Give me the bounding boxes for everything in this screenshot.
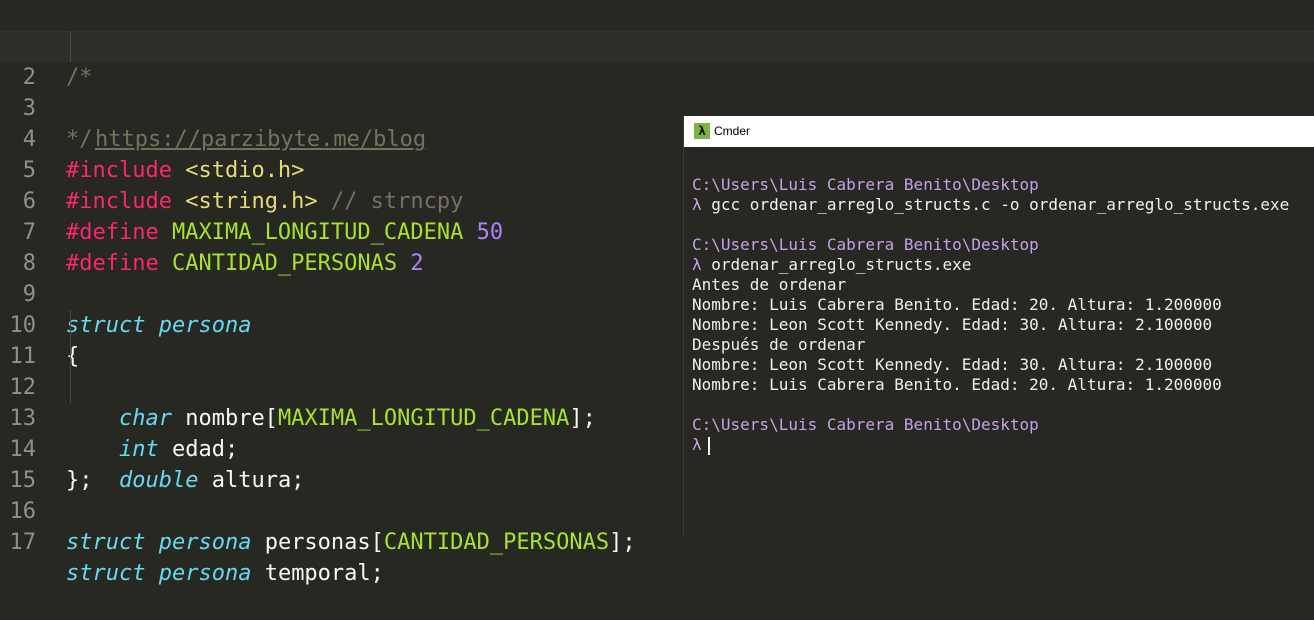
output-line: Antes de ordenar bbox=[692, 275, 847, 294]
output-line: Después de ordenar bbox=[692, 335, 866, 354]
line-number: 17 bbox=[9, 530, 37, 555]
output-line: Nombre: Luis Cabrera Benito. Edad: 20. A… bbox=[692, 295, 1222, 314]
prompt-path: C:\Users\Luis Cabrera Benito\Desktop bbox=[692, 415, 1039, 434]
text-cursor bbox=[707, 436, 710, 455]
terminal-output[interactable]: C:\Users\Luis Cabrera Benito\Desktop λ g… bbox=[692, 175, 1289, 455]
indent-guide bbox=[70, 372, 71, 403]
lambda-icon: λ bbox=[694, 123, 710, 139]
output-line: Nombre: Luis Cabrera Benito. Edad: 20. A… bbox=[692, 375, 1222, 394]
command-text: ordenar_arreglo_structs.exe bbox=[701, 255, 972, 274]
code-text: struct persona personas[CANTIDAD_PERSONA… bbox=[66, 527, 636, 558]
indent-guide bbox=[70, 310, 71, 341]
punctuation: ]; bbox=[609, 530, 636, 555]
lambda-prompt-icon: λ bbox=[692, 195, 702, 214]
prompt-path: C:\Users\Luis Cabrera Benito\Desktop bbox=[692, 235, 1039, 254]
prompt-path: C:\Users\Luis Cabrera Benito\Desktop bbox=[692, 175, 1039, 194]
code-text: struct persona temporal; bbox=[66, 558, 384, 589]
command-line[interactable]: λ bbox=[692, 435, 1289, 455]
command-line: λ gcc ordenar_arreglo_structs.c -o orden… bbox=[692, 195, 1289, 215]
keyword: struct bbox=[66, 561, 146, 586]
identifier: personas[ bbox=[251, 530, 384, 555]
window-title: Cmder bbox=[714, 124, 751, 138]
keyword: struct bbox=[66, 530, 146, 555]
identifier: temporal; bbox=[251, 561, 384, 586]
command-line: λ ordenar_arreglo_structs.exe bbox=[692, 255, 1289, 275]
cmder-window[interactable]: λ Cmder C:\Users\Luis Cabrera Benito\Des… bbox=[683, 116, 1314, 537]
macro-name: CANTIDAD_PERSONAS bbox=[383, 530, 610, 555]
lambda-prompt-icon: λ bbox=[692, 255, 702, 274]
command-text: gcc ordenar_arreglo_structs.c -o ordenar… bbox=[701, 195, 1290, 214]
output-line: Nombre: Leon Scott Kennedy. Edad: 30. Al… bbox=[692, 315, 1213, 334]
type-name: persona bbox=[158, 530, 252, 555]
code-line[interactable]: 2 https://parzibyte.me/blog bbox=[0, 31, 1314, 152]
type-name: persona bbox=[158, 561, 252, 586]
indent-guide bbox=[70, 341, 71, 372]
window-titlebar[interactable]: λ Cmder bbox=[684, 116, 1314, 147]
lambda-prompt-icon: λ bbox=[692, 435, 702, 454]
indent-guide bbox=[70, 31, 71, 62]
output-line: Nombre: Leon Scott Kennedy. Edad: 30. Al… bbox=[692, 355, 1213, 374]
code-line[interactable]: 1 /* bbox=[0, 0, 1314, 90]
code-line[interactable]: 3 */ bbox=[0, 62, 1314, 152]
